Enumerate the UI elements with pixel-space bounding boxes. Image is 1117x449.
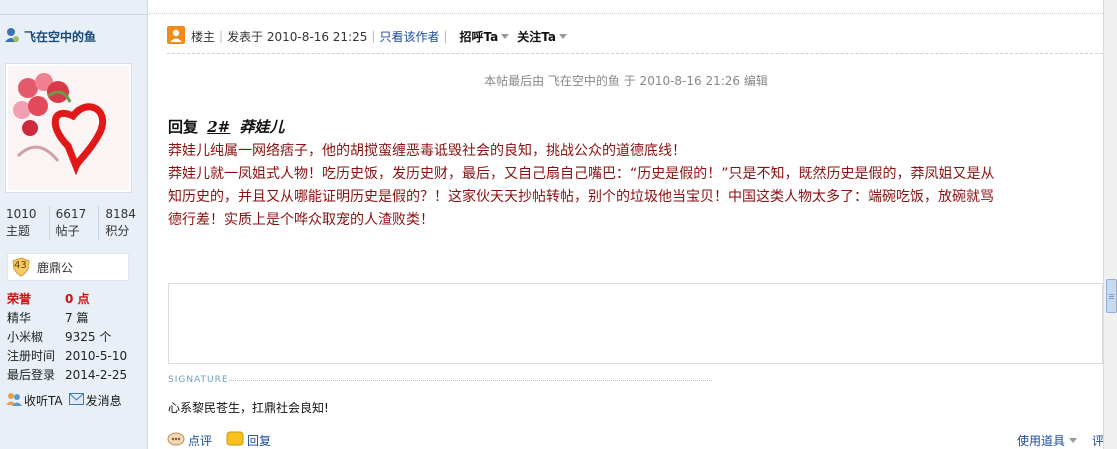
header-divider bbox=[167, 53, 1103, 54]
post-header: 楼主 | 发表于 2010-8-16 21:25 | 只看该作者 | 招呼Ta … bbox=[167, 25, 567, 47]
info-row: 小米椒 9325 个 bbox=[7, 327, 127, 346]
reply-target-name: 莽娃儿 bbox=[239, 118, 285, 136]
stat-label: 积分 bbox=[105, 224, 130, 238]
avatar[interactable] bbox=[5, 63, 132, 193]
follow-dropdown[interactable]: 关注Ta bbox=[517, 28, 567, 45]
author-actions: 收听TA 发消息 bbox=[6, 392, 128, 409]
reply-floor-link[interactable]: 2# bbox=[207, 118, 230, 136]
reply-quote-title: 回复 2# 莽娃儿 bbox=[168, 116, 285, 137]
info-row: 最后登录 2014-2-25 bbox=[7, 365, 127, 384]
stat-value: 1010 bbox=[6, 207, 37, 221]
thumb-grip bbox=[1109, 298, 1114, 299]
post-time: 发表于 2010-8-16 21:25 bbox=[227, 29, 368, 44]
greet-label: 招呼Ta bbox=[459, 29, 499, 44]
info-row: 荣誉 0 点 bbox=[7, 289, 127, 308]
follow-button[interactable]: 收听TA bbox=[6, 392, 63, 409]
floor-label: 楼主 bbox=[191, 29, 216, 44]
vertical-scrollbar[interactable] bbox=[1103, 0, 1117, 449]
content-line: 莽娃儿纯属一网络痞子，他的胡搅蛮缠恶毒诋毁社会的良知，挑战公众的道德底线！ bbox=[168, 143, 686, 159]
sidebar-divider bbox=[0, 14, 148, 15]
shield-level-icon: 43 bbox=[11, 257, 31, 277]
send-message-button[interactable]: 发消息 bbox=[68, 392, 122, 409]
greet-dropdown[interactable]: 招呼Ta bbox=[460, 28, 510, 45]
only-author-link[interactable]: 只看该作者 bbox=[379, 28, 439, 45]
stat-value: 6617 bbox=[55, 207, 87, 221]
author-sidebar: 飞在空中的鱼 1010 主题 6617 帖子 8184 积分 43 鹿鼎公 荣誉… bbox=[0, 0, 148, 449]
info-value: 0 点 bbox=[65, 292, 90, 306]
floor-owner-icon bbox=[167, 25, 185, 47]
follow-ta-label: 关注Ta bbox=[517, 29, 556, 44]
info-key: 精华 bbox=[7, 311, 32, 325]
comment-bubble-icon bbox=[167, 431, 185, 449]
stat-value: 8184 bbox=[105, 207, 136, 221]
post-footer: 点评 回复 使用道具 评 bbox=[167, 431, 1104, 449]
content-line: 德行差！实质上是个哗众取宠的人渣败类！ bbox=[168, 212, 434, 228]
content-line: 莽娃儿就一凤姐式人物！吃历史饭，发历史财，最后，又自己扇自己嘴巴：“历史是假的！… bbox=[168, 166, 995, 182]
rank-name: 鹿鼎公 bbox=[37, 260, 74, 275]
stat-label: 主题 bbox=[6, 224, 31, 238]
reply-icon bbox=[226, 431, 244, 449]
header-separator: | bbox=[371, 29, 376, 43]
rank-badge: 43 鹿鼎公 bbox=[7, 253, 129, 281]
info-key: 注册时间 bbox=[7, 349, 56, 363]
info-value: 2010-5-10 bbox=[65, 348, 128, 363]
forum-post-page: 飞在空中的鱼 1010 主题 6617 帖子 8184 积分 43 鹿鼎公 荣誉… bbox=[0, 0, 1117, 449]
previous-post-edge bbox=[149, 0, 1103, 14]
info-value: 9325 个 bbox=[65, 330, 112, 344]
header-separator: | bbox=[443, 29, 448, 43]
info-row: 注册时间 2010-5-10 bbox=[7, 346, 127, 365]
stat-threads[interactable]: 1010 主题 bbox=[0, 206, 49, 240]
author-info: 荣誉 0 点 精华 7 篇 小米椒 9325 个 注册时间 2010-5-10 … bbox=[7, 289, 127, 384]
post-content: 莽娃儿纯属一网络痞子，他的胡搅蛮缠恶毒诋毁社会的良知，挑战公众的道德底线！ 莽娃… bbox=[168, 140, 1117, 232]
envelope-icon bbox=[68, 393, 84, 408]
tools-label: 使用道具 bbox=[1017, 433, 1066, 448]
stat-label: 帖子 bbox=[55, 224, 80, 238]
edit-note: 本帖最后由 飞在空中的鱼 于 2010-8-16 21:26 编辑 bbox=[484, 74, 768, 88]
stat-points[interactable]: 8184 积分 bbox=[98, 206, 148, 240]
comment-label: 点评 bbox=[188, 433, 213, 448]
user-online-icon bbox=[3, 26, 21, 47]
comment-button[interactable]: 点评 bbox=[167, 431, 212, 449]
info-value: 7 篇 bbox=[65, 311, 89, 325]
content-line: 知历史的，并且又从哪能证明历史是假的？！这家伙天天抄帖转帖，别个的垃圾他当宝贝！… bbox=[168, 189, 994, 205]
caret-down-icon bbox=[501, 33, 510, 39]
info-key: 最后登录 bbox=[7, 368, 56, 382]
author-name-row[interactable]: 飞在空中的鱼 bbox=[3, 26, 96, 47]
scrollbar-thumb[interactable] bbox=[1106, 279, 1117, 313]
caret-down-icon bbox=[1069, 437, 1078, 443]
caret-down-icon bbox=[559, 33, 567, 39]
header-separator: | bbox=[219, 29, 224, 43]
signature-label: SIGNATURE bbox=[168, 375, 229, 385]
follow-label: 收听TA bbox=[24, 394, 63, 408]
rank-level: 43 bbox=[14, 260, 27, 271]
info-key: 荣誉 bbox=[7, 292, 32, 306]
info-value: 2014-2-25 bbox=[65, 367, 128, 382]
signature-divider bbox=[229, 380, 712, 381]
use-tools-dropdown[interactable]: 使用道具 bbox=[1017, 432, 1078, 449]
stat-posts[interactable]: 6617 帖子 bbox=[48, 206, 99, 240]
author-username[interactable]: 飞在空中的鱼 bbox=[24, 28, 96, 45]
users-icon bbox=[6, 392, 22, 409]
author-stats: 1010 主题 6617 帖子 8184 积分 bbox=[0, 206, 148, 240]
message-label: 发消息 bbox=[85, 394, 122, 408]
info-key: 小米椒 bbox=[7, 330, 44, 344]
thumb-grip bbox=[1109, 294, 1114, 295]
reply-button[interactable]: 回复 bbox=[226, 431, 271, 449]
info-row: 精华 7 篇 bbox=[7, 308, 127, 327]
thumb-grip bbox=[1109, 296, 1114, 297]
post-main: 楼主 | 发表于 2010-8-16 21:25 | 只看该作者 | 招呼Ta … bbox=[149, 0, 1104, 449]
signature-text: 心系黎民苍生，扛鼎社会良知! bbox=[168, 401, 329, 415]
reply-prefix: 回复 bbox=[168, 118, 199, 136]
reply-label: 回复 bbox=[247, 433, 272, 448]
comment-area bbox=[168, 283, 1103, 364]
